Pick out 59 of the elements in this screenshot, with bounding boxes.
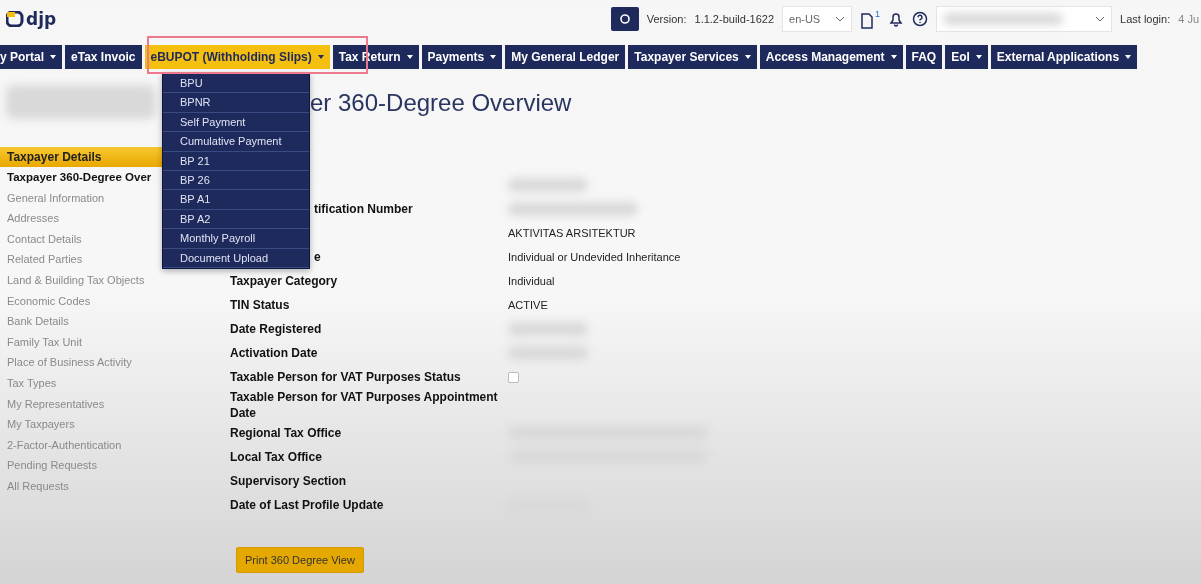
field-label: Taxable Person for VAT Purposes Status (230, 370, 461, 384)
language-select[interactable]: en-US (782, 6, 853, 32)
field-label: Taxable Person for VAT Purposes Appointment Date (230, 390, 498, 420)
field-label: e (314, 250, 321, 264)
page-title: er 360-Degree Overview (310, 89, 573, 117)
nav-menu-item[interactable]: FAQ (905, 45, 943, 69)
field-value: Individual (508, 275, 555, 287)
menu-item[interactable]: BP A2 (163, 209, 309, 230)
nav-menu-item[interactable]: Taxpayer Services (628, 45, 757, 69)
nav-menu-item[interactable]: EoI (945, 45, 988, 69)
chevron-down-icon (835, 16, 846, 22)
field-value: Individual or Undevided Inheritance (508, 251, 681, 263)
field-label: Taxpayer Category (230, 274, 338, 288)
help-icon[interactable] (912, 11, 929, 27)
nav-menu-item[interactable]: Payments (421, 45, 503, 69)
field-label: Regional Tax Office (230, 426, 342, 440)
caret-icon (1125, 55, 1132, 59)
caret-icon (890, 55, 897, 59)
caret-icon (50, 55, 56, 59)
bell-icon[interactable] (888, 11, 905, 27)
refresh-button[interactable] (610, 7, 639, 31)
caret-icon (406, 55, 413, 59)
last-login-date: 4 Ju (1178, 13, 1199, 25)
field-label: Date of Last Profile Update (230, 498, 384, 512)
field-label: Local Tax Office (230, 450, 322, 464)
djp-logo: djp (6, 9, 57, 29)
chevron-down-icon (1095, 16, 1106, 22)
nav-menu-item[interactable]: eTax Invoic (65, 45, 142, 69)
menu-item[interactable]: BP 21 (163, 151, 309, 171)
field-value: ACTIVE (508, 299, 548, 311)
field-label: Date Registered (230, 322, 322, 336)
field-label: TIN Status (230, 298, 290, 312)
nav-menu-item[interactable]: y Portal (0, 45, 62, 69)
notification-count: 1 (875, 9, 881, 19)
field-label: Supervisory Section (230, 474, 347, 488)
field-label: Activation Date (230, 346, 318, 360)
field-label: tification Number (314, 202, 413, 216)
version-number: 1.1.2-build-1622 (694, 13, 775, 25)
menu-item[interactable]: BP 26 (163, 170, 309, 191)
document-icon[interactable] (860, 13, 875, 29)
nav-menu-item[interactable]: eBUPOT (Withholding Slips) (144, 45, 330, 69)
last-login-label: Last login: (1120, 13, 1171, 25)
caret-icon (744, 55, 751, 59)
print-button[interactable]: Print 360 Degree View (236, 547, 364, 573)
nav-menu-item[interactable]: External Applications (990, 45, 1138, 69)
menu-item[interactable]: Document Upload (163, 248, 309, 268)
caret-icon (490, 55, 497, 59)
caret-icon (975, 55, 982, 59)
menu-item[interactable]: BPU (163, 74, 309, 94)
caret-icon (317, 55, 324, 59)
menu-item[interactable]: Monthly Payroll (163, 229, 309, 249)
version-label: Version: (646, 13, 687, 25)
field-value: AKTIVITAS ARSITEKTUR (508, 227, 636, 239)
nav-menu-item[interactable]: My General Ledger (505, 45, 626, 69)
menu-item[interactable]: BP A1 (163, 190, 309, 210)
nav-menu-item[interactable]: Access Management (759, 45, 903, 69)
menu-item[interactable]: BPNR (163, 93, 309, 113)
menu-item[interactable]: Cumulative Payment (163, 132, 309, 152)
menu-item[interactable]: Self Payment (163, 112, 309, 133)
